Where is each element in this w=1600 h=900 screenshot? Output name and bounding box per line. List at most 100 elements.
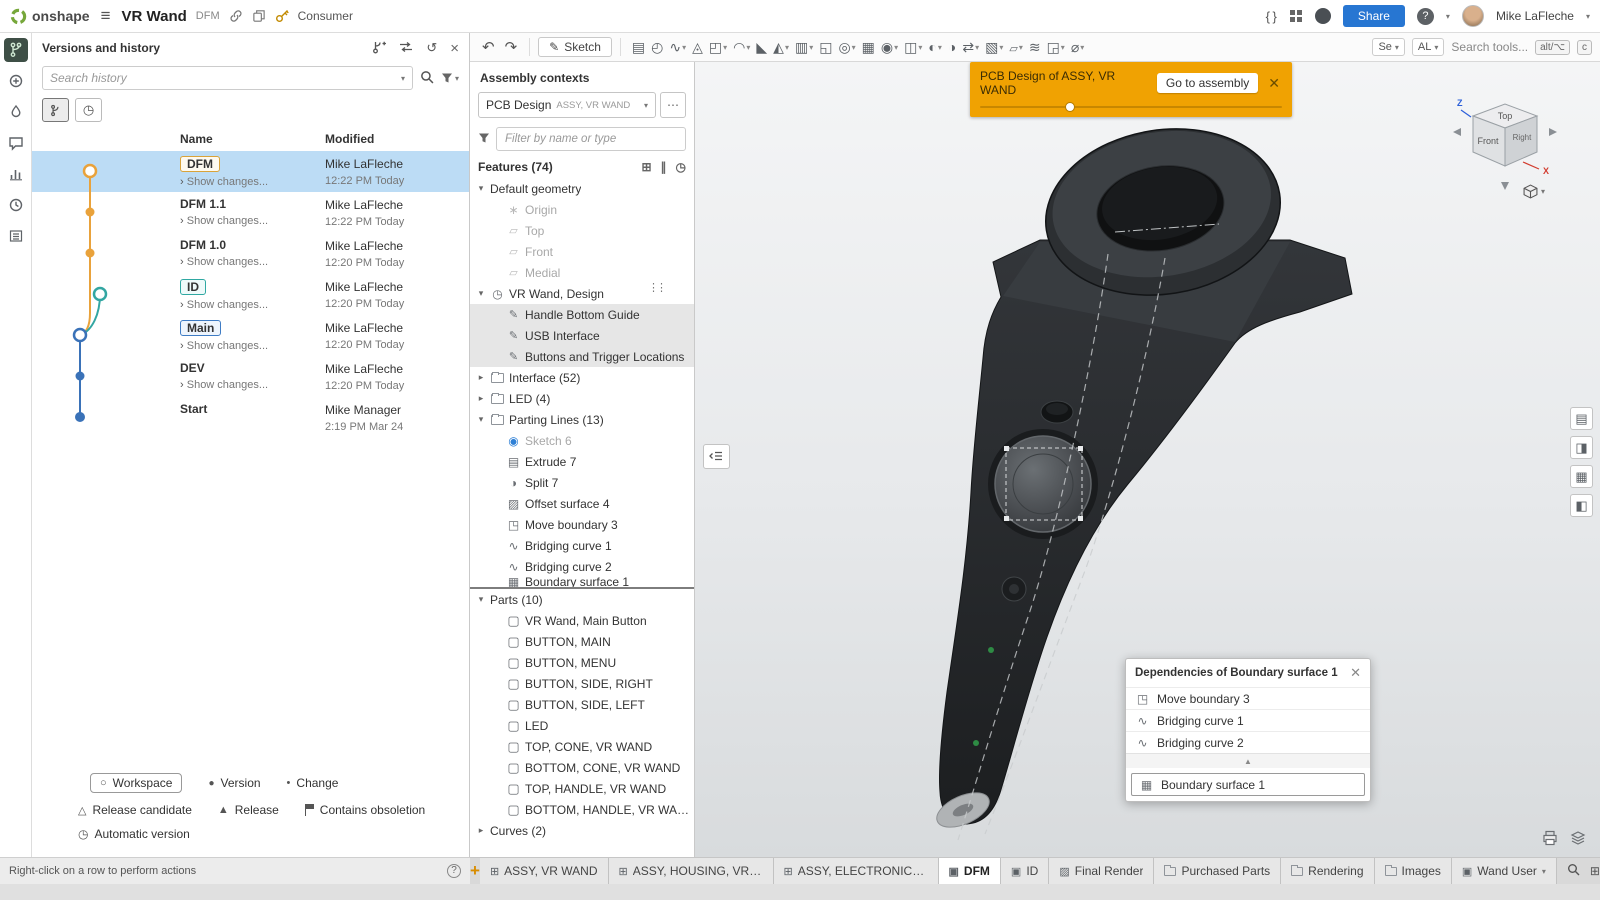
toolbar-tool[interactable] (629, 39, 648, 56)
document-tab[interactable]: Rendering (1281, 858, 1374, 884)
rollback-icon[interactable]: ◷ (676, 160, 686, 174)
feature-row[interactable]: LED (4) (470, 388, 694, 409)
tree-caret-icon[interactable] (476, 393, 486, 404)
filter-icon[interactable]: ▾ (441, 72, 459, 84)
rotate-right-arrow-icon[interactable] (1549, 128, 1557, 136)
onshape-logo[interactable]: onshape (10, 8, 90, 25)
feature-list-handle[interactable] (703, 444, 730, 469)
feature-row[interactable]: TOP, HANDLE, VR WAND (470, 778, 694, 799)
legend-change[interactable]: Change (287, 776, 339, 790)
feature-row[interactable]: BUTTON, MENU (470, 652, 694, 673)
restore-icon[interactable]: ↺ (426, 40, 437, 56)
toolbar-tool[interactable] (982, 39, 1006, 56)
feature-row[interactable]: BUTTON, SIDE, RIGHT (470, 673, 694, 694)
comments-icon[interactable] (4, 131, 28, 155)
document-tab[interactable]: ASSY, HOUSING, VR W... (609, 858, 774, 884)
history-icon[interactable] (4, 193, 28, 217)
version-row[interactable]: DFM Show changes... Mike LaFleche 12:22 … (32, 151, 469, 192)
feature-filter-input[interactable]: Filter by name or type (496, 127, 686, 151)
feature-row[interactable]: Curves (2) (470, 820, 694, 841)
copy-workspace-icon[interactable] (252, 9, 266, 23)
feature-row[interactable]: Interface (52) (470, 367, 694, 388)
user-avatar[interactable] (1462, 5, 1484, 27)
new-tab-button[interactable]: + (470, 858, 480, 884)
search-icon[interactable] (420, 70, 434, 87)
app-store-icon[interactable] (1289, 9, 1303, 23)
help-icon[interactable]: ? (1417, 8, 1434, 25)
toolbar-tool[interactable] (792, 39, 816, 56)
dependency-item[interactable]: Bridging curve 2 (1126, 731, 1370, 753)
toolbar-tool[interactable] (706, 39, 730, 56)
help-caret-icon[interactable]: ▾ (1446, 12, 1450, 21)
dependency-item[interactable]: Bridging curve 1 (1126, 709, 1370, 731)
feature-row[interactable]: Extrude 7 (470, 451, 694, 472)
search-dropdown-caret-icon[interactable]: ▾ (401, 74, 405, 83)
share-button[interactable]: Share (1343, 5, 1405, 27)
toolbar-tool[interactable] (1026, 39, 1044, 56)
toolbar-tool[interactable] (835, 39, 858, 56)
feature-row[interactable]: VR Wand, Main Button (470, 610, 694, 631)
show-changes-link[interactable]: Show changes... (180, 299, 325, 311)
legend-obsoletion[interactable]: Contains obsoletion (305, 803, 425, 817)
search-tools-input[interactable]: Search tools... (1451, 40, 1528, 54)
tables-panel-icon[interactable]: ▦ (1570, 465, 1593, 488)
toolbar-tool[interactable] (666, 39, 689, 56)
layers-icon[interactable] (1570, 830, 1586, 849)
toolbar-tool[interactable] (878, 39, 901, 56)
user-menu-caret-icon[interactable]: ▾ (1586, 12, 1590, 21)
show-changes-link[interactable]: Show changes... (180, 256, 325, 268)
legend-automatic-version[interactable]: Automatic version (78, 827, 190, 841)
document-tab[interactable]: Purchased Parts (1154, 858, 1281, 884)
toolbar-tool[interactable] (901, 39, 925, 56)
version-row[interactable]: DFM 1.1 Show changes... Mike LaFleche 12… (32, 192, 469, 233)
tree-caret-icon[interactable] (476, 594, 486, 605)
feature-row[interactable]: Top (470, 220, 694, 241)
feature-row[interactable]: USB Interface (470, 325, 694, 346)
flat-history-toggle[interactable]: ◷ (75, 98, 102, 122)
feature-row[interactable]: TOP, CONE, VR WAND (470, 736, 694, 757)
feature-row[interactable]: Default geometry (470, 178, 694, 199)
search-history-input[interactable]: Search history ▾ (42, 66, 413, 90)
sketch-button[interactable]: ✎ Sketch (538, 37, 612, 57)
feature-list-panel-icon[interactable]: ▤ (1570, 407, 1593, 430)
feature-row[interactable]: LED (470, 715, 694, 736)
toolbar-tool[interactable] (1006, 39, 1025, 55)
create-version-icon[interactable] (372, 40, 386, 57)
search-tabs-icon[interactable] (1567, 863, 1580, 879)
dependencies-close-icon[interactable]: ✕ (1350, 665, 1361, 681)
view-orientation-button[interactable]: ▾ (1523, 184, 1545, 199)
insert-context-icon[interactable]: ⊞ (641, 160, 651, 174)
document-tab[interactable]: ASSY, ELECTRONICS, ... (774, 858, 939, 884)
redo-button[interactable]: ↷ (501, 38, 522, 56)
toolbar-tool[interactable] (945, 39, 959, 55)
versions-panel-icon[interactable] (4, 38, 28, 62)
toolbar-tool[interactable] (1068, 39, 1087, 56)
feature-row[interactable]: Sketch 6 (470, 430, 694, 451)
appearance-icon[interactable] (4, 100, 28, 124)
toolbar-tool[interactable] (648, 39, 666, 56)
view-cube[interactable]: Top Front Right Z X (1443, 84, 1568, 199)
context-selector[interactable]: PCB Design ASSY, VR WAND ▾ (478, 92, 656, 118)
legend-version[interactable]: Version (208, 776, 260, 790)
toolbar-tool[interactable] (959, 39, 982, 56)
tree-caret-icon[interactable] (476, 372, 486, 383)
dependency-target[interactable]: Boundary surface 1 (1131, 773, 1365, 796)
feature-row[interactable]: Origin (470, 199, 694, 220)
rollback-drag-handle[interactable]: ⋮⋮ (648, 281, 664, 294)
link-icon[interactable] (229, 9, 243, 23)
feature-row[interactable]: BUTTON, SIDE, LEFT (470, 694, 694, 715)
feature-row[interactable]: Move boundary 3 (470, 514, 694, 535)
feature-row[interactable]: BOTTOM, HANDLE, VR WAND (470, 799, 694, 820)
tree-caret-icon[interactable] (476, 414, 486, 425)
manage-tabs-icon[interactable]: ⊞ (1590, 864, 1600, 878)
feature-row[interactable]: Boundary surface 1 (470, 577, 694, 589)
analytics-icon[interactable] (4, 162, 28, 186)
feature-row[interactable]: Front (470, 241, 694, 262)
cube-front-label[interactable]: Front (1477, 136, 1499, 146)
feature-row[interactable]: Parts (10) (470, 589, 694, 610)
document-tab[interactable]: ASSY, VR WAND (480, 858, 609, 884)
version-row[interactable]: DFM 1.0 Show changes... Mike LaFleche 12… (32, 233, 469, 274)
document-tab[interactable]: Final Render (1049, 858, 1154, 884)
feature-row[interactable]: Medial (470, 262, 694, 283)
tree-caret-icon[interactable] (476, 288, 486, 299)
